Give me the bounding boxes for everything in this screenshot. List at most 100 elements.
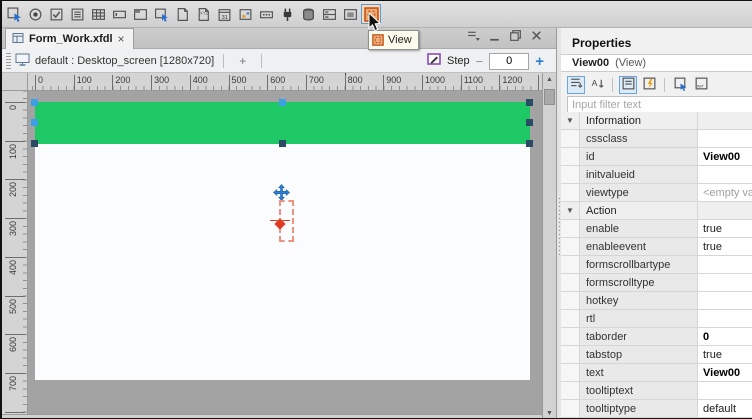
restore-button[interactable]	[509, 31, 521, 43]
property-row[interactable]: formscrollbartype	[561, 256, 752, 274]
script-page-tool-button[interactable]: XYZ	[193, 4, 213, 24]
property-label: tooltiptype	[579, 400, 698, 417]
image-tool-button[interactable]	[340, 4, 360, 24]
property-filter-input[interactable]	[567, 96, 752, 113]
property-row[interactable]: taborder0	[561, 328, 752, 346]
property-row[interactable]: cssclass	[561, 130, 752, 148]
property-row[interactable]: formscrolltype	[561, 274, 752, 292]
selection-handle-top-right[interactable]	[526, 99, 533, 106]
selection-handle-top-center[interactable]	[279, 99, 286, 106]
property-value[interactable]: <empty value>	[698, 184, 752, 201]
pointer-box-icon	[7, 7, 22, 22]
combo-pointer-tool-button[interactable]	[151, 4, 171, 24]
property-row[interactable]: tooltiptext	[561, 382, 752, 400]
property-value[interactable]	[698, 274, 752, 291]
add-screen-button[interactable]: +	[233, 54, 252, 68]
property-row[interactable]: hotkey	[561, 292, 752, 310]
v-ruler-label: 400	[5, 257, 25, 258]
alpha-sort-button[interactable]: A	[588, 76, 606, 94]
minimize-icon	[487, 28, 502, 46]
property-value[interactable]: default	[698, 400, 752, 417]
collapse-triangle-icon[interactable]: ▼	[561, 202, 579, 219]
selection-handle-middle-left[interactable]	[31, 119, 38, 126]
property-row[interactable]: idView00	[561, 148, 752, 166]
category-sort-icon	[569, 76, 584, 94]
step-decrement-button[interactable]: −	[476, 54, 484, 69]
property-row[interactable]: enabletrue	[561, 220, 752, 238]
div-tool-button[interactable]	[130, 4, 150, 24]
property-value[interactable]: true	[698, 346, 752, 363]
step-increment-button[interactable]: +	[535, 53, 544, 70]
step-value-input[interactable]	[489, 53, 529, 70]
page-tool-button[interactable]	[172, 4, 192, 24]
plugin-tool-button[interactable]	[277, 4, 297, 24]
selected-object-row[interactable]: View00 (View)	[561, 54, 752, 72]
property-row[interactable]: tooltiptypedefault	[561, 400, 752, 418]
imageviewer-tool-button[interactable]	[235, 4, 255, 24]
property-value[interactable]: View00	[698, 364, 752, 381]
edit-tool-button[interactable]	[109, 4, 129, 24]
selection-handle-middle-right[interactable]	[526, 119, 533, 126]
collapse-triangle-icon[interactable]: ▼	[561, 112, 579, 129]
property-value[interactable]	[698, 310, 752, 327]
view00-component[interactable]	[35, 102, 530, 144]
checkbox-icon	[49, 7, 64, 22]
property-row[interactable]: rtl	[561, 310, 752, 328]
property-row[interactable]: enableeventtrue	[561, 238, 752, 256]
property-value[interactable]: 0	[698, 328, 752, 345]
checkbox-tool-button[interactable]	[46, 4, 66, 24]
property-row[interactable]: tabstoptrue	[561, 346, 752, 364]
property-label: id	[579, 148, 698, 165]
property-label: formscrolltype	[579, 274, 698, 291]
calendar-tool-button[interactable]: 31	[214, 4, 234, 24]
tab-tool-button[interactable]	[319, 4, 339, 24]
prop-view-button[interactable]	[619, 76, 637, 94]
grid-tool-button[interactable]	[88, 4, 108, 24]
init-view-button[interactable]: INIT	[692, 76, 710, 94]
selection-handle-bottom-center[interactable]	[279, 140, 286, 147]
scroll-down-icon[interactable]: ▼	[543, 407, 556, 419]
property-value[interactable]	[698, 166, 752, 183]
property-section-row[interactable]: ▼Information	[561, 112, 752, 130]
goto-source-button[interactable]	[671, 76, 689, 94]
category-sort-button[interactable]	[567, 76, 585, 94]
event-view-button[interactable]	[640, 76, 658, 94]
property-value[interactable]	[698, 292, 752, 309]
property-row[interactable]: initvalueid	[561, 166, 752, 184]
separator	[612, 78, 613, 92]
pointer-box-tool-button[interactable]	[4, 4, 24, 24]
listbox-tool-button[interactable]	[67, 4, 87, 24]
properties-toolbar: A INIT	[567, 75, 710, 95]
property-value[interactable]	[698, 256, 752, 273]
selection-handle-bottom-left[interactable]	[31, 140, 38, 147]
h-ruler-label: 100	[74, 75, 92, 90]
tab-form-work[interactable]: Form_Work.xfdl ×	[5, 28, 134, 49]
more-tool-button[interactable]	[256, 4, 276, 24]
radiobutton-tool-button[interactable]	[25, 4, 45, 24]
h-ruler-label: 0	[35, 75, 43, 90]
canvas-horizontal-scrollbar[interactable]	[2, 414, 542, 419]
step-label: Step	[447, 55, 470, 67]
minimize-button[interactable]	[488, 31, 500, 43]
vertical-scroll-thumb[interactable]	[544, 89, 555, 105]
property-value[interactable]: View00	[698, 148, 752, 165]
tab-close-icon[interactable]: ×	[118, 34, 125, 44]
property-row[interactable]: viewtype<empty value>	[561, 184, 752, 202]
h-ruler-label: 1100	[461, 75, 483, 90]
h-ruler-label: 900	[383, 75, 401, 90]
selection-handle-top-left[interactable]	[31, 99, 38, 106]
canvas-vertical-scrollbar[interactable]: ▲ ▼	[542, 73, 556, 419]
v-ruler-label: 500	[5, 296, 25, 297]
property-value[interactable]: true	[698, 238, 752, 255]
property-value[interactable]: true	[698, 220, 752, 237]
dataset-tool-button[interactable]	[298, 4, 318, 24]
property-section-row[interactable]: ▼Action	[561, 202, 752, 220]
tab-list-menu-button[interactable]	[467, 31, 479, 43]
close-button[interactable]	[530, 31, 542, 43]
property-row[interactable]: textView00	[561, 364, 752, 382]
device-screen-tab[interactable]: default : Desktop_screen [1280x720] +	[15, 52, 266, 70]
property-value[interactable]	[698, 382, 752, 399]
property-value[interactable]	[698, 130, 752, 147]
selection-handle-bottom-right[interactable]	[526, 140, 533, 147]
scroll-up-icon[interactable]: ▲	[543, 73, 556, 86]
